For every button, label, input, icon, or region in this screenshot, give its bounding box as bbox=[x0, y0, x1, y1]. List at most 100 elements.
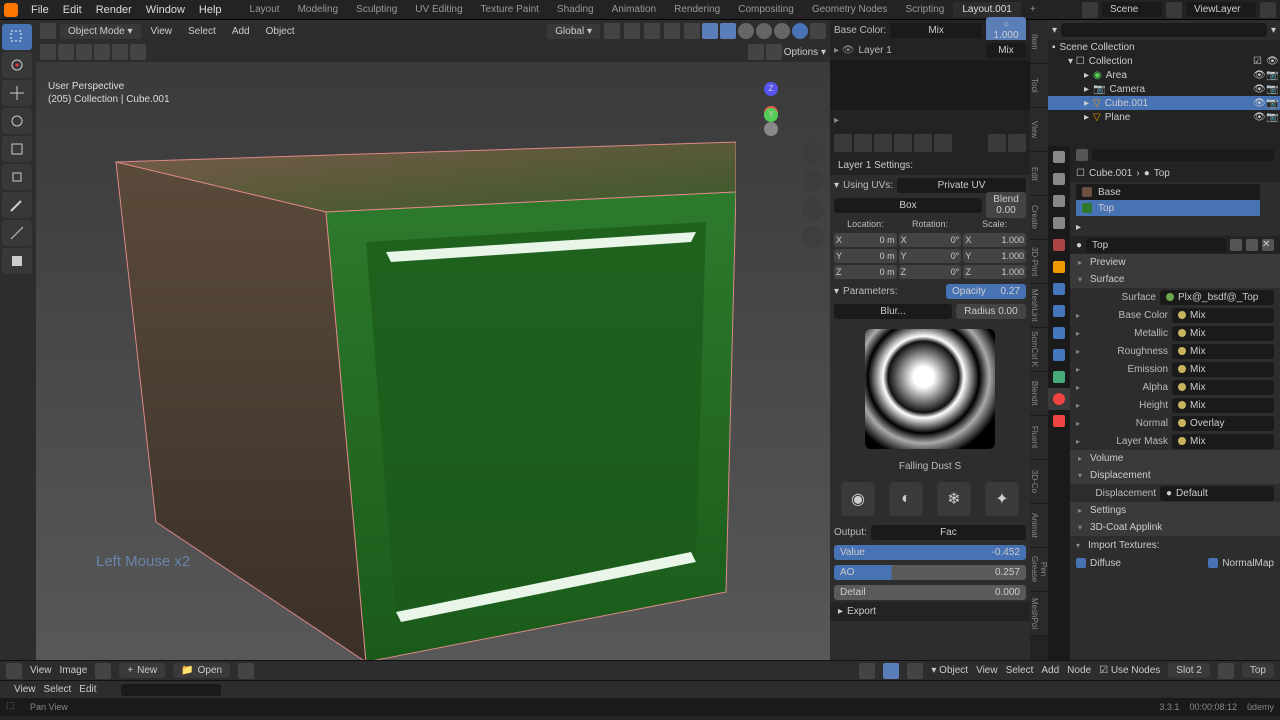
loc-z[interactable]: Z0 m bbox=[834, 265, 897, 279]
search-icon[interactable] bbox=[130, 44, 146, 60]
tool-scale[interactable] bbox=[2, 136, 32, 162]
b2-search-input[interactable] bbox=[121, 684, 221, 696]
img-menu-image[interactable]: Image bbox=[60, 665, 88, 676]
outliner-item-plane[interactable]: ▸ ▽ Plane👁📷 bbox=[1048, 110, 1280, 124]
surface-shader-value[interactable]: Plx@_bsdf@_Top bbox=[1160, 290, 1274, 305]
ptab-modifiers[interactable] bbox=[1048, 278, 1070, 300]
img-new-button[interactable]: + New bbox=[119, 663, 165, 678]
preset-4-icon[interactable]: ✦ bbox=[985, 482, 1019, 516]
shade-wire-icon[interactable] bbox=[738, 23, 754, 39]
disp-value[interactable]: ●Default bbox=[1160, 486, 1274, 501]
vtab-create[interactable]: Create bbox=[1030, 196, 1048, 240]
vp-menu-object[interactable]: Object bbox=[260, 24, 301, 39]
breadcrumb-obj[interactable]: Cube.001 bbox=[1089, 168, 1132, 179]
mat-browse-icon[interactable] bbox=[1230, 239, 1242, 251]
outliner-item-area[interactable]: ▸ ◉ Area👁📷 bbox=[1048, 68, 1280, 82]
editor-type-icon[interactable] bbox=[40, 23, 56, 39]
uvs-dropdown[interactable]: Private UV bbox=[897, 178, 1026, 193]
b2-menu-view[interactable]: View bbox=[14, 684, 36, 695]
vtab-tool[interactable]: Tool bbox=[1030, 64, 1048, 108]
preset-1-icon[interactable]: ◉ bbox=[841, 482, 875, 516]
pan-icon[interactable] bbox=[802, 170, 824, 192]
vtab-edit[interactable]: Edit bbox=[1030, 152, 1048, 196]
ptab-texture[interactable] bbox=[1048, 410, 1070, 432]
blur-dropdown[interactable]: Blur... bbox=[834, 304, 952, 319]
snap-icon[interactable] bbox=[624, 23, 640, 39]
snap-mode-icon[interactable] bbox=[644, 23, 660, 39]
ch-roughness-value[interactable]: Mix bbox=[1172, 344, 1274, 359]
filter-icon[interactable] bbox=[748, 44, 764, 60]
settings-panel[interactable]: ▸Settings bbox=[1070, 502, 1280, 519]
ch-basecolor-value[interactable]: Mix bbox=[1172, 308, 1274, 323]
node-menu-node[interactable]: Node bbox=[1067, 665, 1091, 676]
outliner-filter-icon[interactable]: ▾ bbox=[1271, 25, 1276, 36]
menu-window[interactable]: Window bbox=[139, 4, 192, 16]
options-dropdown[interactable]: Options ▾ bbox=[784, 47, 826, 58]
vtab-anim[interactable]: Animat bbox=[1030, 504, 1048, 548]
radius-value[interactable]: Radius 0.00 bbox=[956, 304, 1026, 319]
vtab-meshpol[interactable]: MeshPol bbox=[1030, 592, 1048, 636]
pivot-icon[interactable] bbox=[604, 23, 620, 39]
workspace-render[interactable]: Rendering bbox=[665, 2, 729, 17]
ch-normal-value[interactable]: Overlay bbox=[1172, 416, 1274, 431]
ptab-data[interactable] bbox=[1048, 366, 1070, 388]
workspace-layout[interactable]: Layout bbox=[241, 2, 289, 17]
zoom-icon[interactable] bbox=[802, 142, 824, 164]
ch-layermask-value[interactable]: Mix bbox=[1172, 434, 1274, 449]
chk-normal[interactable] bbox=[1208, 558, 1218, 568]
ptab-viewlayer[interactable] bbox=[1048, 190, 1070, 212]
node-editor-type-icon[interactable] bbox=[859, 663, 875, 679]
mat-new-icon[interactable] bbox=[1246, 239, 1258, 251]
vp-menu-select[interactable]: Select bbox=[182, 24, 222, 39]
outliner-search-input[interactable] bbox=[1061, 23, 1267, 37]
breadcrumb-mat[interactable]: Top bbox=[1154, 168, 1170, 179]
vtab-gpen[interactable]: Grease Pen bbox=[1030, 548, 1048, 592]
node-menu-object[interactable]: ▾ Object bbox=[931, 665, 968, 676]
surface-panel[interactable]: ▾Surface bbox=[1070, 271, 1280, 288]
img-open-button[interactable]: 📁 Open bbox=[173, 663, 230, 678]
tool-rotate[interactable] bbox=[2, 108, 32, 134]
vtab-fluent[interactable]: Fluent bbox=[1030, 416, 1048, 460]
mat-slot-base[interactable]: Base bbox=[1076, 184, 1260, 200]
outliner-type-icon[interactable]: ▾ bbox=[1052, 25, 1057, 36]
shade-rendered-icon[interactable] bbox=[792, 23, 808, 39]
loc-y[interactable]: Y0 m bbox=[834, 249, 897, 263]
eye-icon[interactable]: 👁 bbox=[1266, 56, 1276, 66]
layer-tool-5-icon[interactable] bbox=[914, 134, 932, 152]
displacement-panel[interactable]: ▾Displacement bbox=[1070, 467, 1280, 484]
ch-height-value[interactable]: Mix bbox=[1172, 398, 1274, 413]
check-icon[interactable]: ☑ bbox=[1253, 56, 1263, 66]
workspace-script[interactable]: Scripting bbox=[896, 2, 953, 17]
img-editor-type-icon[interactable] bbox=[6, 663, 22, 679]
menu-file[interactable]: File bbox=[24, 4, 56, 16]
slot-dropdown[interactable]: Slot 2 bbox=[1168, 663, 1210, 678]
rot-y[interactable]: Y0° bbox=[899, 249, 962, 263]
menu-render[interactable]: Render bbox=[89, 4, 139, 16]
nav-gizmo[interactable]: X Y Z bbox=[764, 82, 810, 128]
loc-x[interactable]: X0 m bbox=[834, 233, 897, 247]
layer-item[interactable]: Layer 1 bbox=[859, 45, 892, 56]
chk-diffuse[interactable] bbox=[1076, 558, 1086, 568]
ptab-output[interactable] bbox=[1048, 168, 1070, 190]
b2-menu-edit[interactable]: Edit bbox=[79, 684, 96, 695]
tool-cursor[interactable] bbox=[2, 52, 32, 78]
vtab-3dprint[interactable]: 3D-Print bbox=[1030, 240, 1048, 284]
ch-alpha-value[interactable]: Mix bbox=[1172, 380, 1274, 395]
scale-x[interactable]: X1.000 bbox=[963, 233, 1026, 247]
shading-dropdown-icon[interactable] bbox=[810, 23, 826, 39]
workspace-layout001[interactable]: Layout.001 bbox=[953, 2, 1021, 17]
outliner-collection[interactable]: ▾ ☐ Collection☑👁 bbox=[1048, 54, 1280, 68]
workspace-uv[interactable]: UV Editing bbox=[406, 2, 471, 17]
tool-select-box[interactable] bbox=[2, 24, 32, 50]
vtab-3dco[interactable]: 3D-Co bbox=[1030, 460, 1048, 504]
ptab-material[interactable] bbox=[1048, 388, 1070, 410]
vtab-view[interactable]: View bbox=[1030, 108, 1048, 152]
b2-menu-select[interactable]: Select bbox=[44, 684, 72, 695]
layer-down-icon[interactable] bbox=[1008, 134, 1026, 152]
vtab-scrn[interactable]: ScrnCst K bbox=[1030, 328, 1048, 372]
shade-solid-icon[interactable] bbox=[756, 23, 772, 39]
ptab-scene[interactable] bbox=[1048, 212, 1070, 234]
workspace-sculpting[interactable]: Sculpting bbox=[347, 2, 406, 17]
material-name-input[interactable]: Top bbox=[1086, 238, 1226, 253]
volume-panel[interactable]: ▸Volume bbox=[1070, 450, 1280, 467]
